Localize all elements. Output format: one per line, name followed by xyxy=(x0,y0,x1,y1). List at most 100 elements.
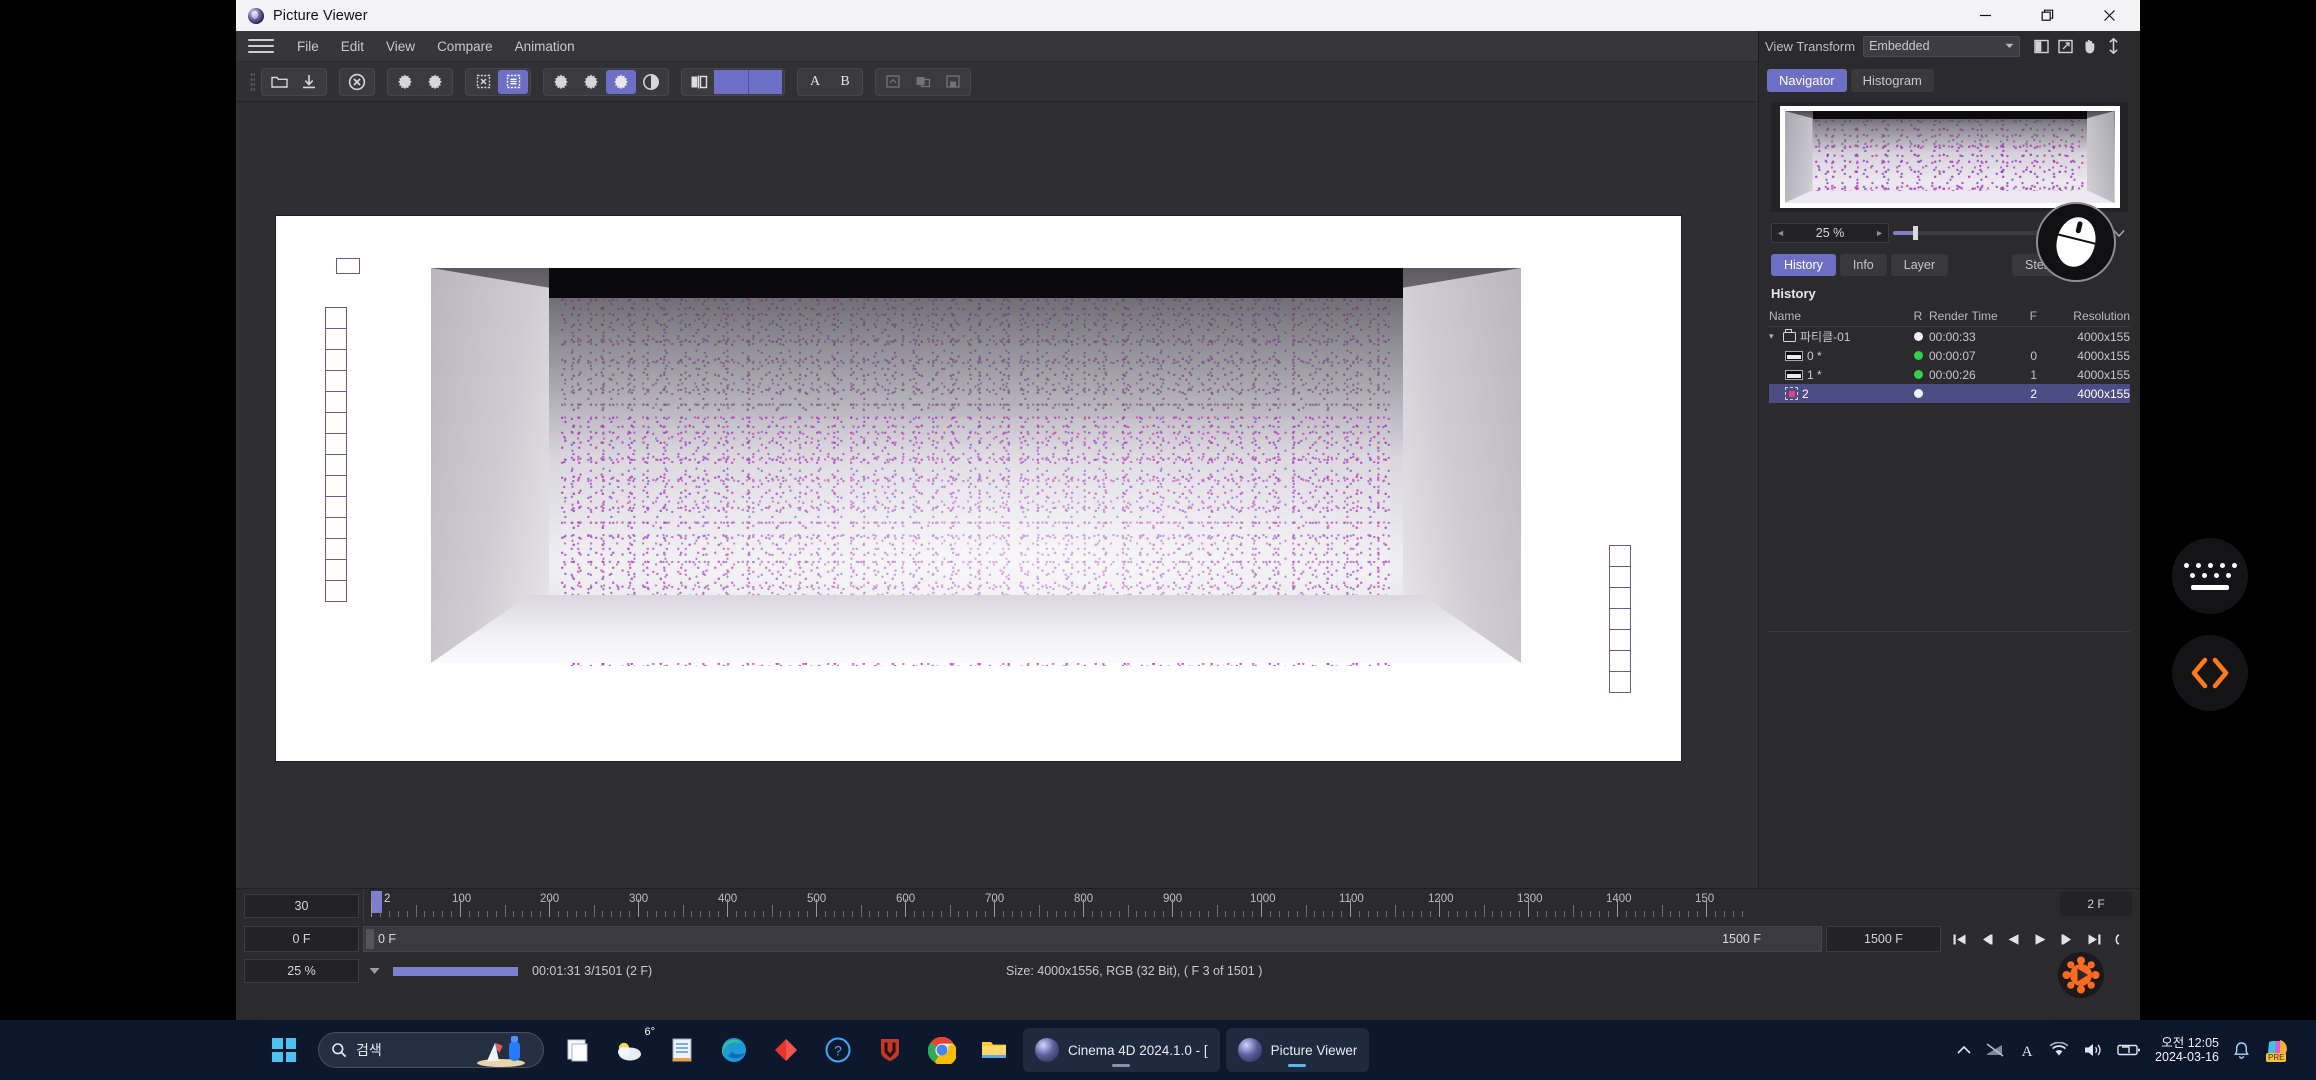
go-to-start-icon[interactable] xyxy=(1947,926,1972,952)
wifi-icon[interactable] xyxy=(2049,1042,2069,1058)
external-window-icon[interactable] xyxy=(2056,37,2074,55)
timeline-playhead[interactable] xyxy=(371,891,382,913)
zoom-slider-knob[interactable] xyxy=(1913,226,1918,240)
code-overlay-button[interactable] xyxy=(2172,635,2248,711)
ab-compare-icon[interactable] xyxy=(684,70,714,94)
gear-render-icon[interactable] xyxy=(390,70,420,94)
table-row[interactable]: 1 * 00:00:26 1 4000x155 xyxy=(1769,365,2130,384)
swatch-b[interactable] xyxy=(748,69,782,94)
folder-icon xyxy=(1783,329,1796,342)
ruler-tick xyxy=(379,911,381,917)
table-row[interactable]: 0 * 00:00:07 0 4000x155 xyxy=(1769,346,2130,365)
menu-view[interactable]: View xyxy=(375,36,426,57)
chip-stop-icon[interactable] xyxy=(468,70,498,94)
render-bucket xyxy=(325,454,347,476)
gear-render-region-icon[interactable] xyxy=(420,70,450,94)
subtab-history[interactable]: History xyxy=(1771,254,1836,276)
go-to-end-icon[interactable] xyxy=(2082,926,2107,952)
split-view-icon[interactable] xyxy=(2032,37,2050,55)
toolbar-grip[interactable] xyxy=(250,71,255,92)
chrome-icon[interactable] xyxy=(916,1024,968,1076)
toolbar-group-layers xyxy=(875,67,971,96)
layer-save-icon[interactable] xyxy=(938,70,968,94)
history-col-name: Name xyxy=(1769,309,1802,323)
play-forward-icon[interactable] xyxy=(2028,926,2053,952)
chip-list-icon[interactable] xyxy=(498,69,528,94)
letter-a-button[interactable]: A xyxy=(800,70,830,94)
menu-file[interactable]: File xyxy=(286,36,330,57)
subtab-info[interactable]: Info xyxy=(1839,254,1887,276)
edge-icon[interactable] xyxy=(708,1024,760,1076)
notification-bell-icon[interactable] xyxy=(2233,1041,2250,1060)
file-explorer-icon[interactable] xyxy=(968,1024,1020,1076)
navigator-zoom-stepper[interactable]: ◄ 25 % ► xyxy=(1771,223,1889,243)
layer-merge-icon[interactable] xyxy=(908,70,938,94)
ruler-tick xyxy=(1608,911,1610,917)
zoom-increase-icon[interactable]: ► xyxy=(1875,228,1884,238)
letter-b-button[interactable]: B xyxy=(830,70,860,94)
taskbar-search[interactable]: 검색 xyxy=(318,1032,544,1068)
layer-add-icon[interactable] xyxy=(878,70,908,94)
status-zoom-dropdown-icon[interactable] xyxy=(363,960,385,982)
loop-icon[interactable] xyxy=(2109,926,2134,952)
diamond-app-icon[interactable] xyxy=(760,1024,812,1076)
history-table-header: Name R Render Time F Resolution xyxy=(1769,307,2130,327)
help-icon[interactable]: ? xyxy=(812,1024,864,1076)
chevron-down-icon[interactable]: ▾ xyxy=(1769,331,1779,342)
battery-icon[interactable] xyxy=(2117,1043,2141,1057)
shield-app-icon[interactable] xyxy=(864,1024,916,1076)
subtab-layer[interactable]: Layer xyxy=(1890,254,1949,276)
range-handle-left[interactable] xyxy=(366,929,374,949)
table-row[interactable]: 2 2 4000x155 xyxy=(1769,384,2130,403)
ruler-tick xyxy=(531,911,533,917)
timeline-ruler[interactable]: 2 100 200 300 400 500 600 700 800 900 10… xyxy=(363,889,2140,923)
step-forward-icon[interactable] xyxy=(2055,926,2080,952)
swatch-a[interactable] xyxy=(714,69,748,94)
navigator-preview[interactable] xyxy=(1771,102,2128,212)
fps-field[interactable]: 30 xyxy=(244,894,359,918)
tab-histogram[interactable]: Histogram xyxy=(1850,69,1934,92)
cancel-render-icon[interactable] xyxy=(342,70,372,94)
timeline-range-bar[interactable]: 0 F 1500 F xyxy=(363,926,1822,952)
minimize-button[interactable] xyxy=(1954,0,2016,31)
pan-hand-icon[interactable] xyxy=(2080,37,2098,55)
menu-edit[interactable]: Edit xyxy=(330,36,375,57)
paint-icon[interactable] xyxy=(552,1024,604,1076)
start-frame-field[interactable]: 0 F xyxy=(244,926,359,952)
ime-a-icon[interactable]: A xyxy=(2019,1041,2035,1059)
gear-b-icon[interactable] xyxy=(576,70,606,94)
volume-icon[interactable] xyxy=(2083,1042,2103,1058)
close-button[interactable] xyxy=(2078,0,2140,31)
keyboard-overlay-button[interactable] xyxy=(2172,538,2248,614)
image-canvas[interactable] xyxy=(276,216,1681,761)
zoom-decrease-icon[interactable]: ◄ xyxy=(1776,228,1785,238)
menu-compare[interactable]: Compare xyxy=(426,36,504,57)
ruler-tick xyxy=(1269,911,1271,917)
status-zoom-field[interactable]: 25 % xyxy=(244,959,359,983)
table-row[interactable]: ▾ 파티클-01 00:00:33 4000x155 xyxy=(1769,327,2130,346)
copilot-icon[interactable]: PRE xyxy=(2264,1038,2290,1062)
step-back-icon[interactable] xyxy=(1974,926,1999,952)
save-download-icon[interactable] xyxy=(294,70,324,94)
end-frame-field[interactable]: 1500 F xyxy=(1826,926,1941,952)
play-back-icon[interactable] xyxy=(2001,926,2026,952)
restore-button[interactable] xyxy=(2016,0,2078,31)
gear-a-icon[interactable] xyxy=(546,70,576,94)
open-folder-icon[interactable] xyxy=(264,70,294,94)
image-viewer-area[interactable] xyxy=(236,102,1758,888)
menu-animation[interactable]: Animation xyxy=(504,36,586,57)
picture-viewer-task[interactable]: Picture Viewer xyxy=(1225,1028,1370,1072)
taskbar-clock[interactable]: 오전 12:05 2024-03-16 xyxy=(2155,1036,2219,1064)
weather-icon[interactable]: 6° xyxy=(604,1024,656,1076)
contrast-icon[interactable] xyxy=(636,70,666,94)
view-transform-select[interactable]: Embedded xyxy=(1863,35,2021,57)
cinema4d-task[interactable]: Cinema 4D 2024.1.0 - [ xyxy=(1023,1028,1220,1072)
hamburger-menu-icon[interactable] xyxy=(248,36,274,56)
tab-navigator[interactable]: Navigator xyxy=(1767,69,1847,92)
network-off-icon[interactable] xyxy=(1985,1042,2005,1058)
chevron-up-icon[interactable] xyxy=(1957,1045,1971,1055)
windows-start-button[interactable] xyxy=(258,1024,310,1076)
notepad-icon[interactable] xyxy=(656,1024,708,1076)
gear-c-icon[interactable] xyxy=(606,69,636,94)
vertical-fit-icon[interactable] xyxy=(2104,37,2122,55)
